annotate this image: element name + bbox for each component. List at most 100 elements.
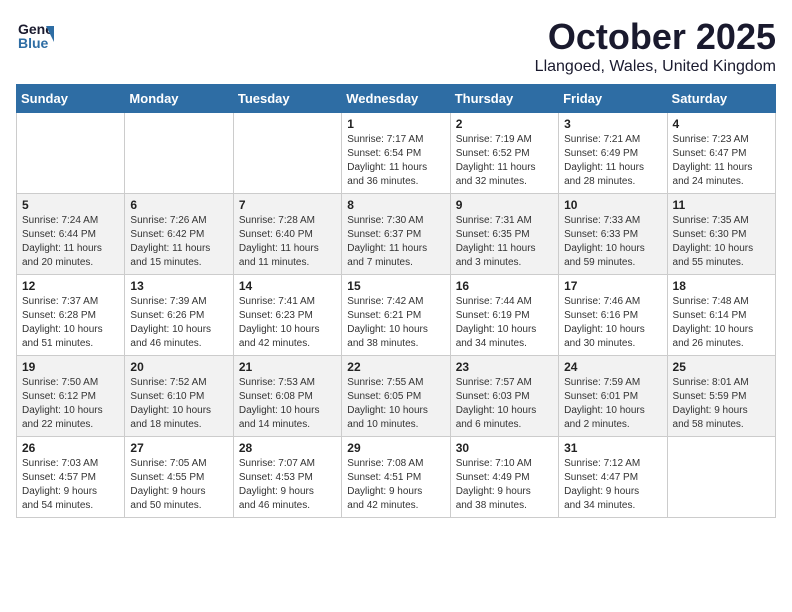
calendar-cell: 1Sunrise: 7:17 AMSunset: 6:54 PMDaylight… xyxy=(342,113,450,194)
cell-content: Sunrise: 7:30 AMSunset: 6:37 PMDaylight:… xyxy=(347,214,444,270)
calendar-cell xyxy=(233,113,341,194)
calendar-cell: 31 Sunrise: 7:12 AMSunset: 4:47 PMDayligh… xyxy=(559,437,667,518)
calendar-cell: 17Sunrise: 7:46 AMSunset: 6:16 PMDayligh… xyxy=(559,275,667,356)
calendar-cell: 12 Sunrise: 7:37 AMSunset: 6:28 PMDayligh… xyxy=(17,275,125,356)
weekday-header: Thursday xyxy=(450,85,558,113)
cell-content: Sunrise: 7:05 AMSunset: 4:55 PMDaylight:… xyxy=(130,457,227,513)
day-number: 27 xyxy=(130,441,227,455)
cell-content: Sunrise: 7:17 AMSunset: 6:54 PMDaylight:… xyxy=(347,133,444,189)
calendar-cell xyxy=(125,113,233,194)
cell-content: Sunrise: 7:53 AMSunset: 6:08 PMDaylight:… xyxy=(239,376,336,432)
day-number: 24 xyxy=(564,360,661,374)
calendar-cell: 24 Sunrise: 7:59 AMSunset: 6:01 PMDayligh… xyxy=(559,356,667,437)
calendar-cell: 8 Sunrise: 7:30 AMSunset: 6:37 PMDaylight… xyxy=(342,194,450,275)
day-number: 7 xyxy=(239,198,336,212)
calendar-cell: 9 Sunrise: 7:31 AMSunset: 6:35 PMDaylight… xyxy=(450,194,558,275)
weekday-header: Tuesday xyxy=(233,85,341,113)
calendar-row: 19Sunrise: 7:50 AMSunset: 6:12 PMDayligh… xyxy=(17,356,776,437)
calendar-cell xyxy=(667,437,775,518)
calendar-table: SundayMondayTuesdayWednesdayThursdayFrid… xyxy=(16,84,776,518)
calendar-cell: 13Sunrise: 7:39 AMSunset: 6:26 PMDayligh… xyxy=(125,275,233,356)
cell-content: Sunrise: 7:31 AMSunset: 6:35 PMDaylight:… xyxy=(456,214,553,270)
calendar-cell: 23 Sunrise: 7:57 AMSunset: 6:03 PMDayligh… xyxy=(450,356,558,437)
weekday-header: Sunday xyxy=(17,85,125,113)
cell-content: Sunrise: 7:03 AMSunset: 4:57 PMDaylight:… xyxy=(22,457,119,513)
svg-text:Blue: Blue xyxy=(18,35,49,51)
calendar-cell: 15 Sunrise: 7:42 AMSunset: 6:21 PMDayligh… xyxy=(342,275,450,356)
calendar-cell: 4 Sunrise: 7:23 AMSunset: 6:47 PMDaylight… xyxy=(667,113,775,194)
title-area: October 2025 Llangoed, Wales, United Kin… xyxy=(535,16,776,76)
cell-content: Sunrise: 7:42 AMSunset: 6:21 PMDaylight:… xyxy=(347,295,444,351)
day-number: 2 xyxy=(456,117,553,131)
calendar-cell: 6 Sunrise: 7:26 AMSunset: 6:42 PMDaylight… xyxy=(125,194,233,275)
calendar-cell: 16Sunrise: 7:44 AMSunset: 6:19 PMDayligh… xyxy=(450,275,558,356)
day-number: 12 xyxy=(22,279,119,293)
calendar-cell: 18Sunrise: 7:48 AMSunset: 6:14 PMDayligh… xyxy=(667,275,775,356)
day-number: 20 xyxy=(130,360,227,374)
calendar-cell: 5 Sunrise: 7:24 AMSunset: 6:44 PMDaylight… xyxy=(17,194,125,275)
calendar-cell: 29 Sunrise: 7:08 AMSunset: 4:51 PMDayligh… xyxy=(342,437,450,518)
cell-content: Sunrise: 7:37 AMSunset: 6:28 PMDaylight:… xyxy=(22,295,119,351)
day-number: 8 xyxy=(347,198,444,212)
cell-content: Sunrise: 7:21 AMSunset: 6:49 PMDaylight:… xyxy=(564,133,661,189)
cell-content: Sunrise: 7:57 AMSunset: 6:03 PMDaylight:… xyxy=(456,376,553,432)
cell-content: Sunrise: 7:12 AMSunset: 4:47 PMDaylight:… xyxy=(564,457,661,513)
calendar-row: 12 Sunrise: 7:37 AMSunset: 6:28 PMDayligh… xyxy=(17,275,776,356)
calendar-row: 5 Sunrise: 7:24 AMSunset: 6:44 PMDaylight… xyxy=(17,194,776,275)
calendar-cell: 3 Sunrise: 7:21 AMSunset: 6:49 PMDaylight… xyxy=(559,113,667,194)
logo-icon: General Blue xyxy=(16,16,54,54)
calendar-cell: 28 Sunrise: 7:07 AMSunset: 4:53 PMDayligh… xyxy=(233,437,341,518)
weekday-header: Wednesday xyxy=(342,85,450,113)
calendar-cell: 22 Sunrise: 7:55 AMSunset: 6:05 PMDayligh… xyxy=(342,356,450,437)
cell-content: Sunrise: 7:07 AMSunset: 4:53 PMDaylight:… xyxy=(239,457,336,513)
cell-content: Sunrise: 7:55 AMSunset: 6:05 PMDaylight:… xyxy=(347,376,444,432)
cell-content: Sunrise: 7:52 AMSunset: 6:10 PMDaylight:… xyxy=(130,376,227,432)
cell-content: Sunrise: 7:41 AMSunset: 6:23 PMDaylight:… xyxy=(239,295,336,351)
cell-content: Sunrise: 7:50 AMSunset: 6:12 PMDaylight:… xyxy=(22,376,119,432)
location-title: Llangoed, Wales, United Kingdom xyxy=(535,58,776,76)
day-number: 5 xyxy=(22,198,119,212)
day-number: 13 xyxy=(130,279,227,293)
cell-content: Sunrise: 7:08 AMSunset: 4:51 PMDaylight:… xyxy=(347,457,444,513)
cell-content: Sunrise: 7:23 AMSunset: 6:47 PMDaylight:… xyxy=(673,133,770,189)
cell-content: Sunrise: 7:24 AMSunset: 6:44 PMDaylight:… xyxy=(22,214,119,270)
calendar-cell xyxy=(17,113,125,194)
weekday-header: Friday xyxy=(559,85,667,113)
day-number: 25 xyxy=(673,360,770,374)
cell-content: Sunrise: 7:33 AMSunset: 6:33 PMDaylight:… xyxy=(564,214,661,270)
calendar-cell: 11Sunrise: 7:35 AMSunset: 6:30 PMDayligh… xyxy=(667,194,775,275)
calendar-cell: 7Sunrise: 7:28 AMSunset: 6:40 PMDaylight… xyxy=(233,194,341,275)
day-number: 17 xyxy=(564,279,661,293)
day-number: 11 xyxy=(673,198,770,212)
weekday-header: Monday xyxy=(125,85,233,113)
cell-content: Sunrise: 7:26 AMSunset: 6:42 PMDaylight:… xyxy=(130,214,227,270)
calendar-cell: 10Sunrise: 7:33 AMSunset: 6:33 PMDayligh… xyxy=(559,194,667,275)
day-number: 26 xyxy=(22,441,119,455)
day-number: 6 xyxy=(130,198,227,212)
calendar-row: 26 Sunrise: 7:03 AMSunset: 4:57 PMDayligh… xyxy=(17,437,776,518)
calendar-cell: 20 Sunrise: 7:52 AMSunset: 6:10 PMDayligh… xyxy=(125,356,233,437)
day-number: 18 xyxy=(673,279,770,293)
cell-content: Sunrise: 8:01 AMSunset: 5:59 PMDaylight:… xyxy=(673,376,770,432)
day-number: 29 xyxy=(347,441,444,455)
logo: General Blue xyxy=(16,16,54,54)
day-number: 28 xyxy=(239,441,336,455)
day-number: 14 xyxy=(239,279,336,293)
day-number: 22 xyxy=(347,360,444,374)
day-number: 31 xyxy=(564,441,661,455)
day-number: 9 xyxy=(456,198,553,212)
cell-content: Sunrise: 7:44 AMSunset: 6:19 PMDaylight:… xyxy=(456,295,553,351)
header-row: SundayMondayTuesdayWednesdayThursdayFrid… xyxy=(17,85,776,113)
cell-content: Sunrise: 7:59 AMSunset: 6:01 PMDaylight:… xyxy=(564,376,661,432)
day-number: 23 xyxy=(456,360,553,374)
weekday-header: Saturday xyxy=(667,85,775,113)
calendar-cell: 14 Sunrise: 7:41 AMSunset: 6:23 PMDayligh… xyxy=(233,275,341,356)
calendar-cell: 26 Sunrise: 7:03 AMSunset: 4:57 PMDayligh… xyxy=(17,437,125,518)
day-number: 15 xyxy=(347,279,444,293)
calendar-cell: 25 Sunrise: 8:01 AMSunset: 5:59 PMDayligh… xyxy=(667,356,775,437)
day-number: 30 xyxy=(456,441,553,455)
day-number: 4 xyxy=(673,117,770,131)
day-number: 3 xyxy=(564,117,661,131)
calendar-cell: 2Sunrise: 7:19 AMSunset: 6:52 PMDaylight… xyxy=(450,113,558,194)
calendar-cell: 30Sunrise: 7:10 AMSunset: 4:49 PMDayligh… xyxy=(450,437,558,518)
